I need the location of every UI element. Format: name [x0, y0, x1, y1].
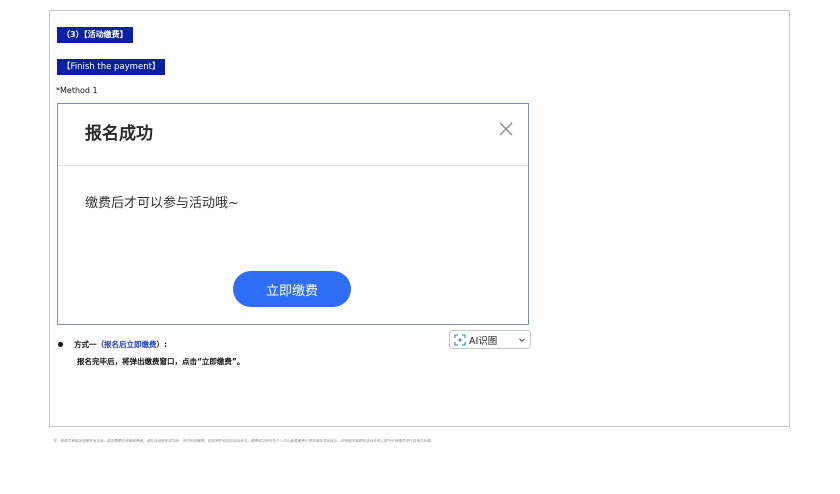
- chevron-down-icon: [519, 337, 525, 342]
- footnote: 注：管理员审核活动报名信息后，若您需要在线缴纳费用，请在活动报名成功后，及时完成…: [53, 439, 434, 443]
- close-icon[interactable]: [498, 121, 514, 137]
- section-tag-cn: （3）【活动缴费】: [57, 27, 133, 43]
- method-bullet: 方式一（ 报名后立即缴费 ）:: [58, 339, 167, 350]
- modal-divider: [58, 165, 528, 166]
- method-detail: 报名完毕后，将弹出缴费窗口，点击“立即缴费”。: [77, 357, 245, 366]
- ai-scan-icon: [454, 334, 466, 345]
- bullet-highlight: 报名后立即缴费: [104, 340, 157, 349]
- modal-message: 缴费后才可以参与活动哦~: [85, 196, 239, 211]
- section-tag-en: 【Finish the payment】: [57, 59, 166, 75]
- ai-chip-label: AI识图: [469, 335, 498, 347]
- success-modal: 报名成功 缴费后才可以参与活动哦~ 立即缴费: [57, 103, 529, 325]
- modal-title: 报名成功: [85, 124, 153, 144]
- bullet-prefix: 方式一（: [74, 340, 104, 349]
- ai-recognize-button[interactable]: AI识图: [449, 330, 531, 349]
- document-page: （3）【活动缴费】 【Finish the payment】 *Method 1…: [49, 10, 790, 427]
- bullet-suffix: ）:: [156, 340, 168, 349]
- pay-now-button[interactable]: 立即缴费: [233, 271, 351, 307]
- bullet-dot: [58, 342, 63, 347]
- method-label: *Method 1: [56, 86, 98, 95]
